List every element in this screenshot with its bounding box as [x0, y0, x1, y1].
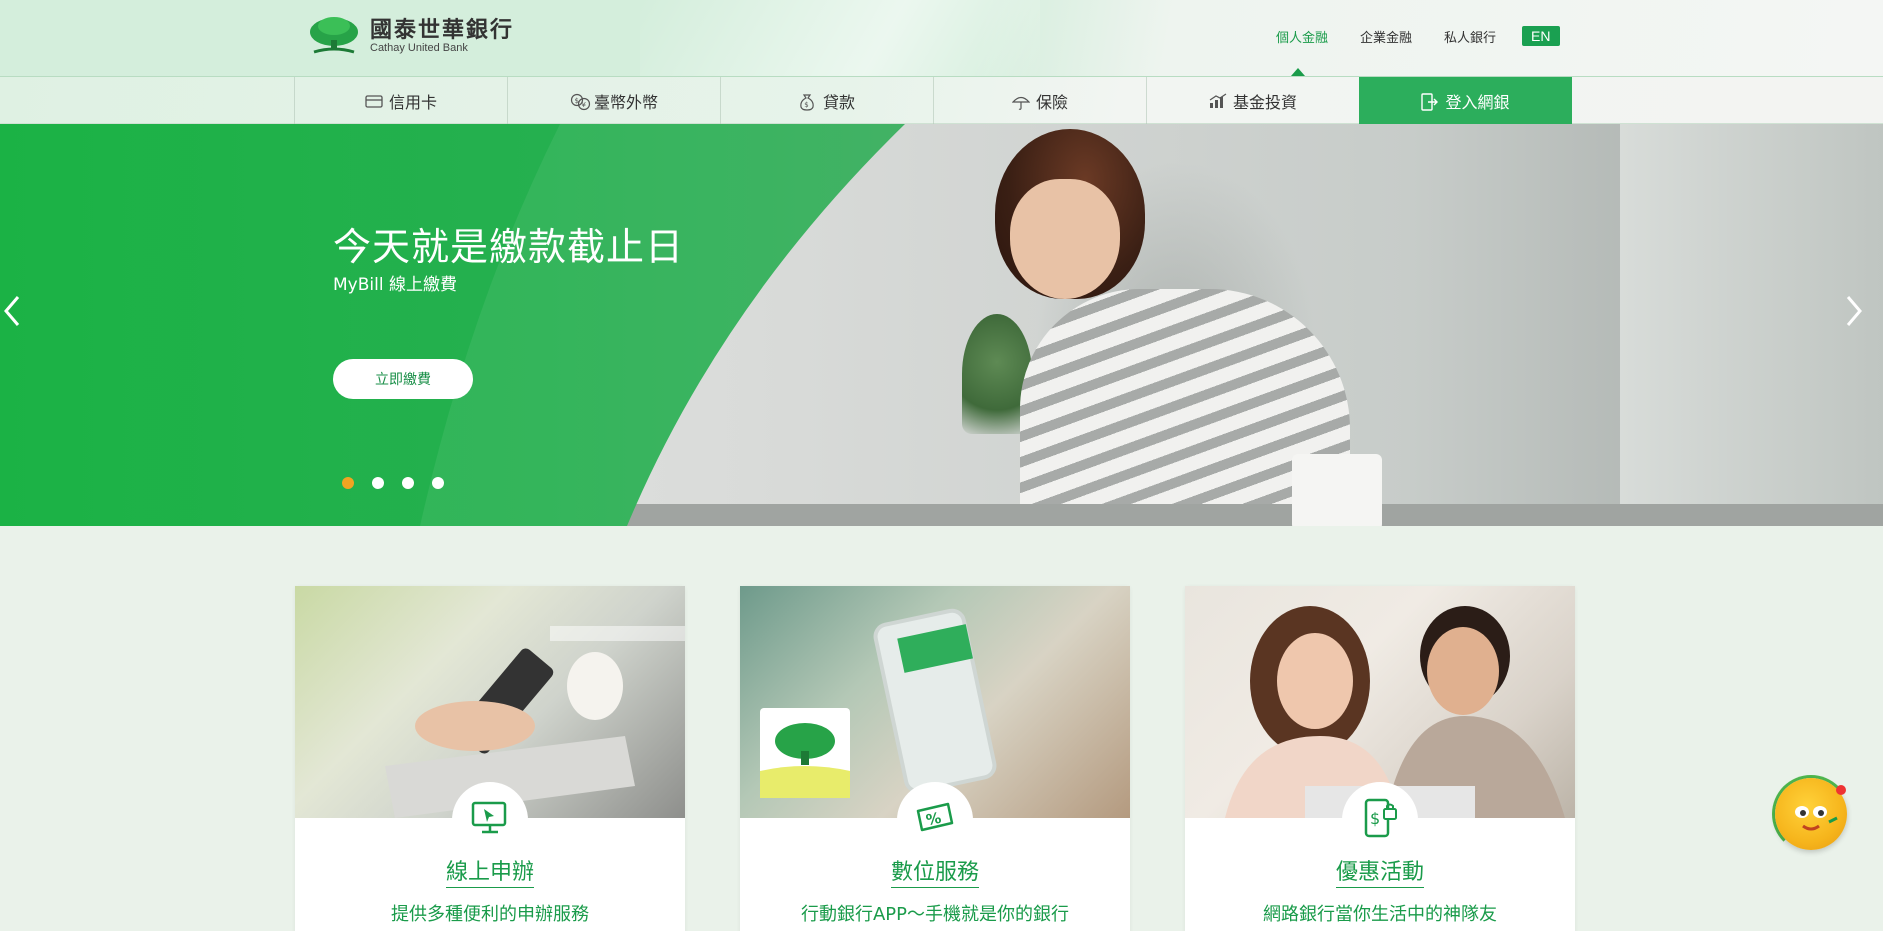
umbrella-icon — [1011, 93, 1031, 110]
menu-item-label: 基金投資 — [1232, 92, 1297, 112]
card-online-application[interactable]: 線上申辦 提供多種便利的申辦服務 — [295, 586, 685, 931]
credit-card-icon — [365, 93, 383, 109]
svg-text:$: $ — [1370, 809, 1380, 828]
card-promotions[interactable]: $ 優惠活動 網路銀行當你生活中的神隊友 — [1185, 586, 1575, 931]
svg-text:$: $ — [804, 101, 808, 109]
card-title[interactable]: 線上申辦 — [295, 854, 685, 888]
phone-dollar-icon: $ — [1360, 797, 1400, 843]
login-icon — [1421, 92, 1439, 111]
menu-item-label: 保險 — [1035, 92, 1068, 112]
carousel-dot[interactable] — [342, 477, 354, 489]
card-title[interactable]: 優惠活動 — [1185, 854, 1575, 888]
topbar-decoration — [640, 0, 1040, 76]
top-link-private[interactable]: 私人銀行 — [1444, 27, 1496, 46]
card-description: 網路銀行當你生活中的神隊友 — [1263, 904, 1497, 925]
menu-item-loan[interactable]: $ 貸款 — [720, 77, 933, 124]
login-online-banking-button[interactable]: 登入網銀 — [1359, 77, 1572, 124]
card-icon-holder — [452, 782, 528, 858]
pay-now-button[interactable]: 立即繳費 — [333, 359, 473, 399]
menu-item-currency[interactable]: $ ¥ 臺幣外幣 — [507, 77, 720, 124]
menu-item-label: 貸款 — [822, 92, 855, 112]
main-menu-bar: 信用卡 $ ¥ 臺幣外幣 $ 貸款 保險 基金投資 登入網銀 — [0, 76, 1883, 124]
language-en-button[interactable]: EN — [1522, 26, 1560, 46]
card-icon-holder: % — [897, 782, 973, 858]
logo-english-name: Cathay United Bank — [370, 41, 468, 54]
svg-text:$: $ — [574, 97, 578, 105]
carousel-dot[interactable] — [402, 477, 414, 489]
svg-text:¥: ¥ — [581, 101, 586, 109]
logo-chinese-name: 國泰世華銀行 — [370, 16, 515, 43]
percent-tag-icon: % — [914, 801, 956, 839]
card-description: 提供多種便利的申辦服務 — [391, 904, 589, 925]
hero-subtitle: MyBill 線上繳費 — [333, 275, 457, 295]
carousel-dot[interactable] — [372, 477, 384, 489]
active-caret — [1291, 68, 1305, 76]
carousel-dot[interactable] — [432, 477, 444, 489]
top-bar: 國泰世華銀行 Cathay United Bank 個人金融 企業金融 私人銀行… — [0, 0, 1883, 76]
card-digital-service[interactable]: % 數位服務 行動銀行APP～手機就是你的銀行 — [740, 586, 1130, 931]
top-link-personal[interactable]: 個人金融 — [1276, 27, 1328, 46]
carousel-next-arrow-icon[interactable] — [1844, 294, 1870, 334]
card-icon-holder: $ — [1342, 782, 1418, 858]
service-cards: 線上申辦 提供多種便利的申辦服務 % 數位服務 行動銀行APP～手機就是你的銀行 — [295, 586, 1575, 931]
carousel-prev-arrow-icon[interactable] — [2, 294, 28, 334]
hero-green-overlay — [0, 124, 905, 526]
tree-logo-icon — [308, 16, 360, 56]
menu-item-label: 臺幣外幣 — [593, 92, 658, 112]
card-title[interactable]: 數位服務 — [740, 854, 1130, 888]
hero-carousel: 今天就是繳款截止日 MyBill 線上繳費 立即繳費 — [0, 124, 1883, 526]
menu-item-label: 信用卡 — [388, 92, 437, 112]
menu-item-label: 登入網銀 — [1445, 92, 1510, 112]
menu-item-credit-card[interactable]: 信用卡 — [294, 77, 507, 124]
hero-title: 今天就是繳款截止日 — [333, 225, 685, 269]
carousel-dots — [342, 477, 444, 489]
chart-icon — [1209, 93, 1227, 109]
currency-icon: $ ¥ — [570, 93, 591, 110]
money-bag-icon: $ — [799, 93, 817, 111]
bank-logo[interactable]: 國泰世華銀行 Cathay United Bank — [308, 16, 514, 56]
top-link-corporate[interactable]: 企業金融 — [1360, 27, 1412, 46]
chatbot-assistant-icon[interactable] — [1775, 778, 1847, 850]
svg-text:%: % — [924, 809, 942, 830]
top-nav: 個人金融 企業金融 私人銀行 EN — [1276, 26, 1560, 46]
menu-item-fund[interactable]: 基金投資 — [1146, 77, 1359, 124]
card-description: 行動銀行APP～手機就是你的銀行 — [800, 904, 1070, 925]
menu-item-insurance[interactable]: 保險 — [933, 77, 1146, 124]
monitor-cursor-icon — [470, 800, 510, 840]
